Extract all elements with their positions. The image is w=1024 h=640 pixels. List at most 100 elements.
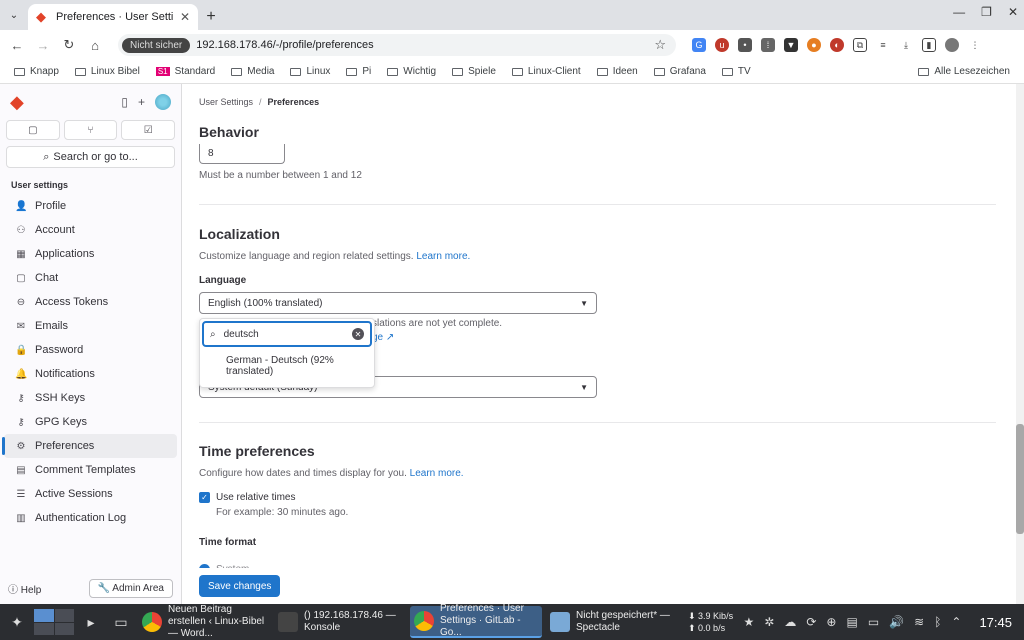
shield-extension-icon[interactable]: ▼ xyxy=(784,38,798,52)
sidebar-item-comment-templates[interactable]: ▤ Comment Templates xyxy=(4,458,177,482)
bookmark-item[interactable]: Media xyxy=(225,66,280,77)
sidebar-item-ssh-keys[interactable]: ⚷ SSH Keys xyxy=(4,386,177,410)
bookmark-item[interactable]: TV xyxy=(716,66,757,77)
relative-times-label[interactable]: Use relative times xyxy=(216,492,295,503)
time-learn-more-link[interactable]: Learn more. xyxy=(410,468,464,479)
search-button[interactable]: ⌕ Search or go to... xyxy=(6,146,175,168)
bookmark-item[interactable]: Grafana xyxy=(648,66,712,77)
issues-shortcut-icon[interactable]: ▢ xyxy=(6,120,60,140)
admin-area-button[interactable]: 🔧 Admin Area xyxy=(88,578,173,598)
clear-search-icon[interactable]: ✕ xyxy=(352,328,364,340)
volume-icon[interactable]: 🔊 xyxy=(889,615,904,629)
sidebar-item-preferences[interactable]: ⚙ Preferences xyxy=(2,434,177,458)
tab-search-icon[interactable]: ⌄ xyxy=(0,0,28,30)
puzzle-extensions-icon[interactable]: ⧉ xyxy=(853,38,867,52)
sidebar-item-emails[interactable]: ✉ Emails xyxy=(4,314,177,338)
task-spectacle[interactable]: Nicht gespeichert* — Spectacle xyxy=(546,606,678,638)
all-bookmarks[interactable]: Alle Lesezeichen xyxy=(912,66,1016,77)
bookmark-item[interactable]: Linux xyxy=(284,66,336,77)
sync-icon[interactable]: ⟳ xyxy=(806,615,816,629)
extension-icon[interactable]: ⁞ xyxy=(761,38,775,52)
bookmark-item[interactable]: Knapp xyxy=(8,66,65,77)
drive-icon[interactable]: ▭ xyxy=(868,615,879,629)
terminal-icon[interactable]: ▸ xyxy=(78,609,104,635)
reload-icon[interactable]: ↻ xyxy=(58,34,80,56)
home-icon[interactable]: ⌂ xyxy=(84,34,106,56)
todo-shortcut-icon[interactable]: ☑ xyxy=(121,120,176,140)
tab-width-input[interactable]: 8 xyxy=(199,144,285,164)
back-icon[interactable]: ← xyxy=(6,34,28,56)
clock[interactable]: 17:45 xyxy=(971,615,1020,630)
bookmark-item[interactable]: S1 Standard xyxy=(150,66,221,77)
star-icon[interactable]: ★ xyxy=(744,615,755,629)
scrollbar-track[interactable] xyxy=(1016,84,1024,604)
language-select[interactable]: English (100% translated) ▼ xyxy=(199,292,597,314)
sidebar-item-notifications[interactable]: 🔔 Notifications xyxy=(4,362,177,386)
sidebar-item-password[interactable]: 🔒 Password xyxy=(4,338,177,362)
maximize-icon[interactable]: ❐ xyxy=(981,5,992,19)
gitlab-logo-icon[interactable]: ◆ xyxy=(10,93,24,111)
tray-expand-icon[interactable]: ⌃ xyxy=(951,615,961,629)
extension-icon[interactable]: ● xyxy=(807,38,821,52)
sidebar-item-chat[interactable]: ▢ Chat xyxy=(4,266,177,290)
extension-icon[interactable]: ◐ xyxy=(830,38,844,52)
bookmark-item[interactable]: Spiele xyxy=(446,66,502,77)
sidebar-item-applications[interactable]: ▦ Applications xyxy=(4,242,177,266)
toggle-sidebar-icon[interactable]: ▯ xyxy=(121,95,128,109)
download-icon[interactable]: ⤓ xyxy=(899,38,913,52)
relative-times-checkbox[interactable]: ✓ xyxy=(199,492,210,503)
side-panel-icon[interactable]: ▮ xyxy=(922,38,936,52)
language-help-link[interactable]: ge ↗ xyxy=(372,332,394,343)
breadcrumb-preferences[interactable]: Preferences xyxy=(268,97,320,107)
save-changes-button[interactable]: Save changes xyxy=(199,575,281,597)
language-search-input[interactable]: ⌕ deutsch ✕ xyxy=(202,321,372,347)
bookmark-item[interactable]: Pi xyxy=(340,66,377,77)
clipboard-icon[interactable]: ▤ xyxy=(846,615,857,629)
task-wordpress[interactable]: Neuen Beitrag erstellen ‹ Linux-Bibel — … xyxy=(138,604,270,639)
bookmark-item[interactable]: Linux Bibel xyxy=(69,66,146,77)
address-bar[interactable]: Nicht sicher 192.168.178.46/-/profile/pr… xyxy=(118,34,676,56)
file-manager-icon[interactable]: ▭ xyxy=(108,609,134,635)
wifi-icon[interactable]: ≋ xyxy=(914,615,924,629)
help-button[interactable]: ⓘ Help xyxy=(8,581,41,596)
sidebar-item-account[interactable]: ⚇ Account xyxy=(4,218,177,242)
breadcrumb-user-settings[interactable]: User Settings xyxy=(199,97,253,107)
create-new-icon[interactable]: + xyxy=(138,95,145,109)
weather-icon[interactable]: ☁ xyxy=(784,615,796,629)
profile-avatar-icon[interactable] xyxy=(945,38,959,52)
language-option-german[interactable]: German - Deutsch (92% translated) xyxy=(200,349,374,377)
browser-tab-active[interactable]: ◆ Preferences · User Settings ✕ xyxy=(28,4,198,30)
sidebar-item-active-sessions[interactable]: ☰ Active Sessions xyxy=(4,482,177,506)
bookmark-item[interactable]: Ideen xyxy=(591,66,644,77)
task-gitlab[interactable]: Preferences · User Settings · GitLab - G… xyxy=(410,603,542,638)
sidebar-item-authentication-log[interactable]: ▥ Authentication Log xyxy=(4,506,177,530)
sidebar-item-profile[interactable]: 👤 Profile xyxy=(4,194,177,218)
reading-list-icon[interactable]: ≡ xyxy=(876,38,890,52)
browser-menu-icon[interactable]: ⋮ xyxy=(968,38,982,52)
app-launcher-icon[interactable]: ✦ xyxy=(4,609,30,635)
desktop-pager[interactable] xyxy=(34,609,74,635)
forward-icon[interactable]: → xyxy=(32,34,54,56)
security-chip[interactable]: Nicht sicher xyxy=(122,37,191,53)
close-tab-icon[interactable]: ✕ xyxy=(180,10,190,24)
ublock-extension-icon[interactable]: u xyxy=(715,38,729,52)
close-window-icon[interactable]: ✕ xyxy=(1008,5,1018,19)
extension-icon[interactable]: • xyxy=(738,38,752,52)
update-icon[interactable]: ⊕ xyxy=(826,615,836,629)
bluetooth-icon[interactable]: ᛒ xyxy=(934,615,941,629)
bookmark-star-icon[interactable]: ☆ xyxy=(654,37,672,53)
sidebar-item-gpg-keys[interactable]: ⚷ GPG Keys xyxy=(4,410,177,434)
bug-icon[interactable]: ✲ xyxy=(764,615,774,629)
scrollbar-thumb[interactable] xyxy=(1016,424,1024,534)
merge-requests-shortcut-icon[interactable]: ⑂ xyxy=(63,120,118,140)
url-text[interactable]: 192.168.178.46/-/profile/preferences xyxy=(196,39,648,51)
localization-learn-more-link[interactable]: Learn more. xyxy=(416,251,470,262)
translate-extension-icon[interactable]: G xyxy=(692,38,706,52)
new-tab-button[interactable]: + xyxy=(198,4,224,30)
bookmark-item[interactable]: Linux-Client xyxy=(506,66,587,77)
bookmark-item[interactable]: Wichtig xyxy=(381,66,442,77)
task-konsole[interactable]: () 192.168.178.46 — Konsole xyxy=(274,606,406,638)
sidebar-item-access-tokens[interactable]: ⊖ Access Tokens xyxy=(4,290,177,314)
minimize-icon[interactable]: — xyxy=(953,5,965,19)
user-avatar[interactable] xyxy=(155,94,171,110)
